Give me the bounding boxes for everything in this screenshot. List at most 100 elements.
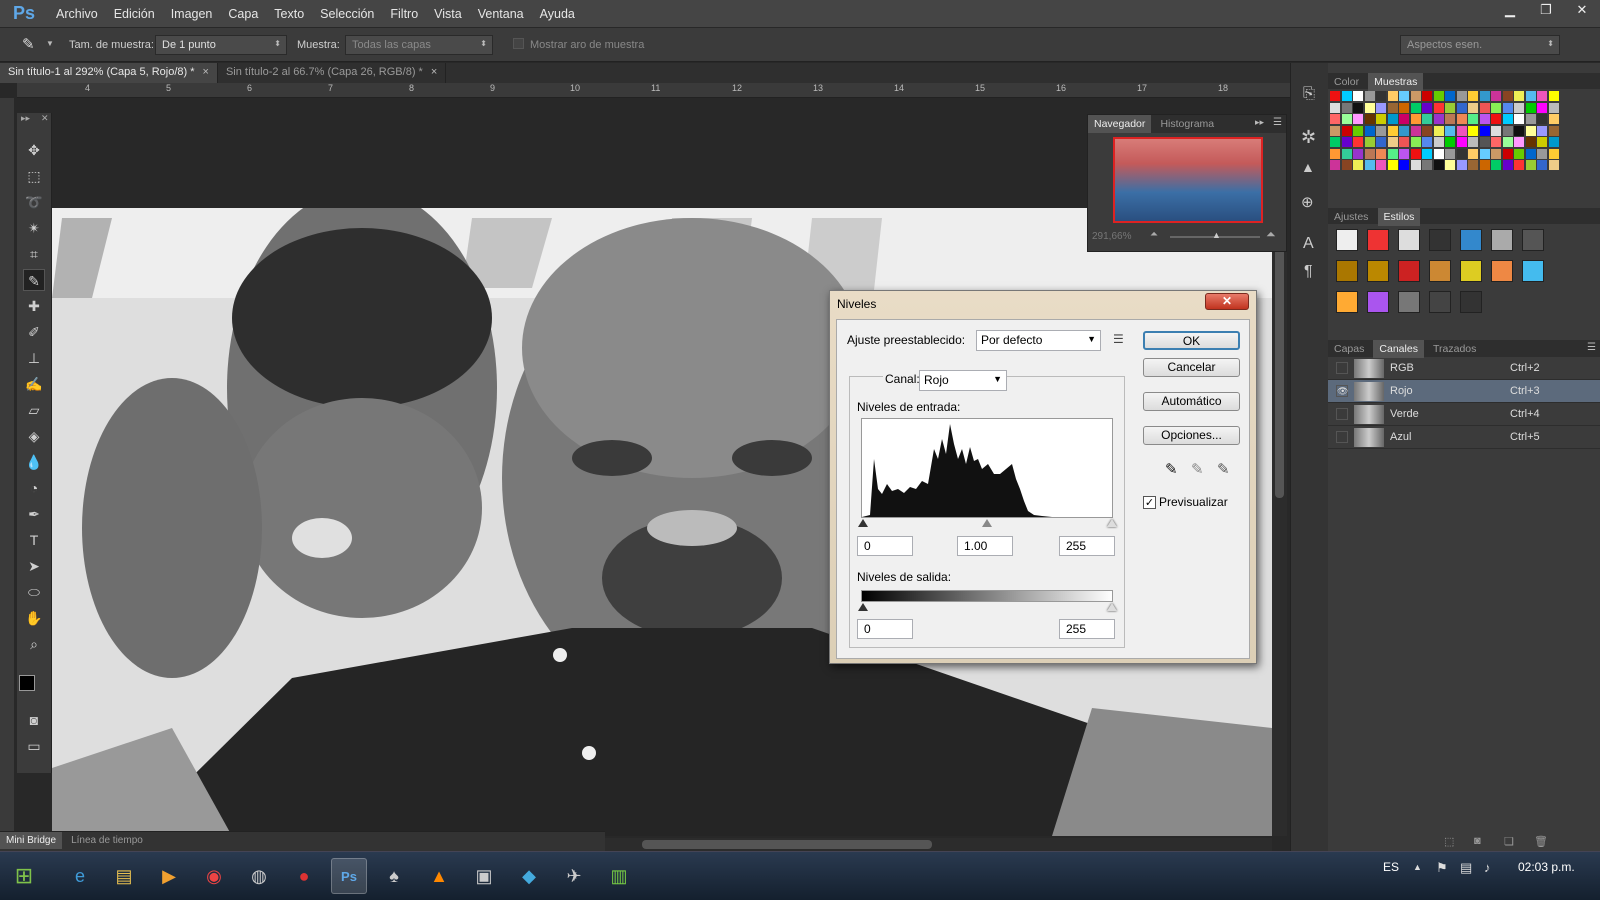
paragraph-icon[interactable]: ¶: [1304, 263, 1313, 281]
color-swatch[interactable]: [1491, 160, 1501, 170]
style-preset[interactable]: [1398, 229, 1420, 251]
character-icon[interactable]: A: [1303, 235, 1314, 253]
brush-tool-icon[interactable]: ✐: [23, 321, 45, 343]
history-icon[interactable]: ⎘: [1303, 85, 1315, 102]
color-swatch[interactable]: [1364, 91, 1375, 101]
menu-ventana[interactable]: Ventana: [470, 7, 532, 21]
input-white-field[interactable]: 255: [1059, 536, 1115, 556]
color-swatch[interactable]: [1330, 137, 1340, 147]
foreground-color-swatch[interactable]: [19, 675, 35, 691]
color-swatch[interactable]: [1445, 125, 1455, 136]
style-preset[interactable]: [1367, 260, 1389, 282]
white-point-slider[interactable]: [1107, 519, 1117, 527]
restore-icon[interactable]: ❐: [1528, 0, 1564, 22]
color-swatch[interactable]: [1433, 148, 1444, 159]
channel-row-rojo[interactable]: 👁 Rojo Ctrl+3: [1328, 380, 1600, 403]
tray-arrow-icon[interactable]: ▲: [1413, 862, 1422, 872]
sample-size-select[interactable]: De 1 punto ⬍: [155, 35, 287, 55]
color-swatch[interactable]: [1502, 137, 1513, 147]
eyedropper-tool-icon[interactable]: ✎: [23, 269, 45, 291]
color-swatch[interactable]: [1456, 125, 1467, 136]
color-swatch[interactable]: [1456, 102, 1467, 113]
quick-mask-icon[interactable]: ◙: [23, 709, 45, 731]
color-swatch[interactable]: [1548, 102, 1559, 113]
color-swatch[interactable]: [1502, 160, 1513, 170]
color-swatch[interactable]: [1445, 160, 1455, 170]
color-swatch[interactable]: [1502, 102, 1513, 113]
color-swatch[interactable]: [1537, 91, 1547, 101]
color-swatch[interactable]: [1456, 137, 1467, 147]
zoom-slider-handle-icon[interactable]: ▲: [1212, 230, 1221, 240]
tab-trazados[interactable]: Trazados: [1427, 340, 1482, 358]
color-swatch[interactable]: [1330, 125, 1340, 136]
style-preset[interactable]: [1429, 229, 1451, 251]
save-selection-icon[interactable]: ◙: [1474, 835, 1481, 847]
color-swatch[interactable]: [1353, 148, 1363, 159]
style-preset[interactable]: [1429, 260, 1451, 282]
color-swatch[interactable]: [1548, 148, 1559, 159]
color-swatch[interactable]: [1525, 160, 1536, 170]
color-swatch[interactable]: [1445, 91, 1455, 101]
menu-imagen[interactable]: Imagen: [163, 7, 221, 21]
color-swatch[interactable]: [1422, 137, 1432, 147]
color-swatch[interactable]: [1491, 114, 1501, 124]
chevron-down-icon[interactable]: ▼: [46, 39, 54, 48]
color-swatch[interactable]: [1376, 102, 1386, 113]
color-swatch[interactable]: [1410, 91, 1421, 101]
output-white-slider[interactable]: [1107, 603, 1117, 611]
color-swatch[interactable]: [1433, 102, 1444, 113]
internet-explorer-icon[interactable]: e: [62, 858, 98, 894]
ok-button[interactable]: OK: [1143, 331, 1240, 350]
color-swatch[interactable]: [1330, 148, 1340, 159]
color-swatch[interactable]: [1353, 137, 1363, 147]
vertical-scrollbar[interactable]: [1272, 208, 1287, 836]
color-swatch[interactable]: [1353, 102, 1363, 113]
color-swatch[interactable]: [1422, 125, 1432, 136]
color-swatch[interactable]: [1330, 114, 1340, 124]
color-swatch[interactable]: [1433, 160, 1444, 170]
color-swatch[interactable]: [1445, 148, 1455, 159]
color-swatch[interactable]: [1468, 148, 1478, 159]
color-swatch[interactable]: [1514, 91, 1524, 101]
color-swatch[interactable]: [1422, 160, 1432, 170]
zoom-tool-icon[interactable]: ⌕: [23, 633, 45, 655]
color-swatch[interactable]: [1491, 137, 1501, 147]
pen-tool-icon[interactable]: ✒: [23, 503, 45, 525]
dialog-close-button[interactable]: ✕: [1205, 293, 1249, 310]
color-swatch[interactable]: [1525, 91, 1536, 101]
color-swatch[interactable]: [1341, 114, 1352, 124]
style-preset[interactable]: [1367, 291, 1389, 313]
color-swatch[interactable]: [1341, 137, 1352, 147]
panel-menu-icon[interactable]: ☰: [1587, 342, 1596, 353]
hand-tool-icon[interactable]: ✋: [23, 607, 45, 629]
volume-icon[interactable]: ♪: [1484, 860, 1491, 875]
color-swatch[interactable]: [1468, 114, 1478, 124]
load-selection-icon[interactable]: ⬚: [1444, 835, 1454, 848]
app-icon[interactable]: ▥: [601, 858, 637, 894]
menu-filtro[interactable]: Filtro: [382, 7, 426, 21]
style-preset[interactable]: [1522, 260, 1544, 282]
color-swatch[interactable]: [1353, 160, 1363, 170]
dodge-tool-icon[interactable]: ◔: [23, 477, 45, 499]
color-swatch[interactable]: [1330, 91, 1340, 101]
cancel-button[interactable]: Cancelar: [1143, 358, 1240, 377]
menu-vista[interactable]: Vista: [426, 7, 470, 21]
color-swatch[interactable]: [1387, 114, 1398, 124]
healing-brush-tool-icon[interactable]: ✚: [23, 295, 45, 317]
color-swatch[interactable]: [1479, 137, 1490, 147]
zoom-out-icon[interactable]: ⏶: [1150, 229, 1158, 240]
input-gamma-field[interactable]: 1.00: [957, 536, 1013, 556]
stamp-tool-icon[interactable]: ⊥: [23, 347, 45, 369]
tab-canales[interactable]: Canales: [1373, 340, 1424, 358]
output-white-field[interactable]: 255: [1059, 619, 1115, 639]
color-swatch[interactable]: [1468, 91, 1478, 101]
color-swatch[interactable]: [1433, 91, 1444, 101]
color-swatch[interactable]: [1387, 148, 1398, 159]
style-preset[interactable]: [1336, 229, 1358, 251]
color-swatch[interactable]: [1479, 102, 1490, 113]
preview-checkbox[interactable]: ✓: [1143, 496, 1156, 509]
app-icon[interactable]: ✈: [556, 858, 592, 894]
crop-tool-icon[interactable]: ⌗: [23, 243, 45, 265]
color-swatch[interactable]: [1387, 102, 1398, 113]
color-swatch[interactable]: [1387, 137, 1398, 147]
